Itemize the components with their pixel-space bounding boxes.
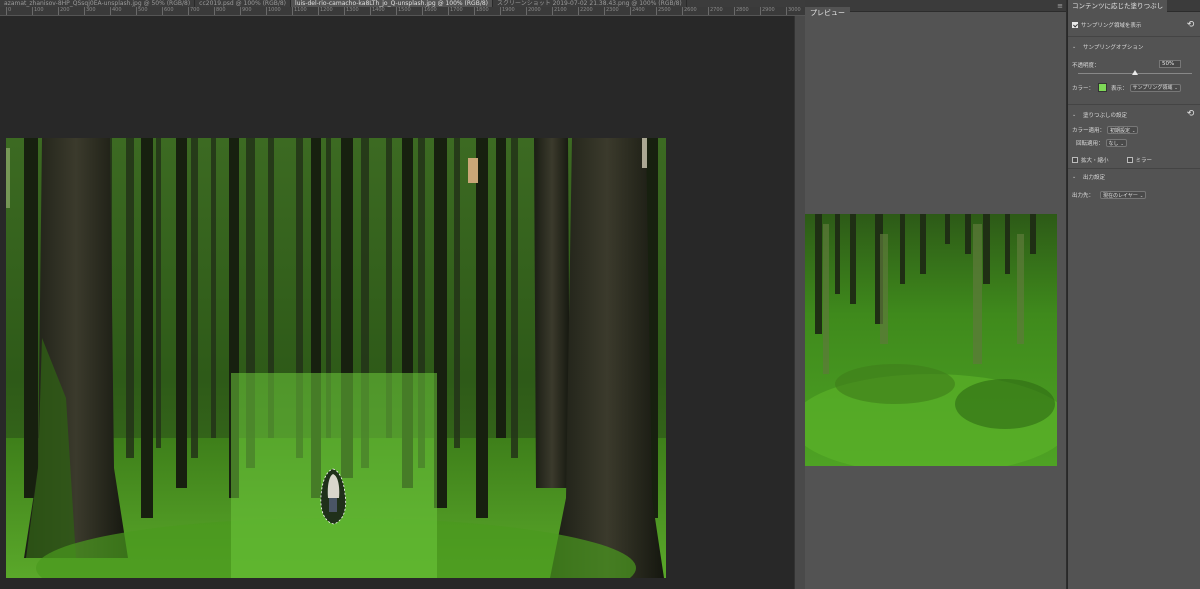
- color-adaptation-row: カラー適用： 初期設定 ⌄: [1072, 126, 1139, 134]
- output-to-label: 出力先：: [1072, 193, 1095, 199]
- rotation-label: 回転適用：: [1076, 141, 1104, 147]
- preview-image: [805, 214, 1057, 466]
- scale-label: 拡大・縮小: [1081, 158, 1109, 164]
- chevron-down-icon[interactable]: ⌄: [1072, 112, 1078, 118]
- ruler-tick-label: 800: [214, 7, 226, 15]
- preview-forest-photo: [805, 214, 1057, 466]
- ruler-tick-label: 2100: [552, 7, 567, 15]
- document-tab[interactable]: スクリーンショット 2019-07-02 21.38.43.png @ 100%…: [493, 0, 687, 7]
- output-settings-title: 出力設定: [1083, 175, 1106, 181]
- ruler-tick-label: 3000: [786, 7, 801, 15]
- mirror-label: ミラー: [1135, 158, 1153, 164]
- mirror-checkbox[interactable]: [1126, 157, 1133, 163]
- ruler-tick-label: 300: [84, 7, 96, 15]
- opacity-row: 不透明度：: [1072, 61, 1100, 69]
- scale-checkbox[interactable]: [1072, 157, 1078, 163]
- ruler-tick-label: 2900: [760, 7, 775, 15]
- show-sampling-checkbox[interactable]: [1072, 22, 1078, 28]
- show-sampling-row[interactable]: サンプリング領域を表示: [1072, 21, 1141, 29]
- horizontal-ruler: 0 100 200 300 400 500 600 700 800 900 1000 1100 1200…: [0, 7, 805, 16]
- divider: [1068, 168, 1200, 169]
- ruler-tick-label: 600: [162, 7, 174, 15]
- output-to-row: 出力先： 現在のレイヤー ⌄: [1072, 191, 1147, 199]
- sampling-options-title: サンプリングオプション: [1083, 45, 1144, 51]
- fill-selection-person[interactable]: [318, 468, 348, 526]
- ruler-tick-label: 2500: [656, 7, 671, 15]
- output-to-value: 現在のレイヤー: [1103, 192, 1138, 199]
- rotation-dropdown[interactable]: なし ⌄: [1105, 139, 1127, 147]
- color-adaptation-value: 初期設定: [1110, 127, 1131, 134]
- panel-menu-icon[interactable]: ≡: [1057, 1, 1063, 11]
- ruler-tick-label: 500: [136, 7, 148, 15]
- preview-panel: プレビュー ≡: [805, 0, 1067, 589]
- document-image[interactable]: [6, 138, 666, 578]
- ruler-tick-label: 100: [32, 7, 44, 15]
- document-tab[interactable]: azamat_zhanisov-8HP_QSsqj0EA-unsplash.jp…: [0, 0, 196, 7]
- fill-settings-title: 塗りつぶしの設定: [1083, 113, 1128, 119]
- chevron-down-icon: ⌄: [1120, 140, 1124, 146]
- rotation-value: なし: [1108, 140, 1119, 147]
- ruler-tick-label: 1300: [344, 7, 359, 15]
- reset-icon[interactable]: ⟲: [1186, 21, 1195, 30]
- reset-icon[interactable]: ⟲: [1186, 110, 1195, 119]
- show-sampling-label: サンプリング領域を表示: [1081, 23, 1142, 29]
- ruler-tick-label: 2600: [682, 7, 697, 15]
- fill-settings-header[interactable]: ⌄ 塗りつぶしの設定: [1072, 111, 1127, 119]
- chevron-down-icon[interactable]: ⌄: [1072, 174, 1078, 180]
- ruler-tick-label: 700: [188, 7, 200, 15]
- ruler-tick-label: 1200: [318, 7, 333, 15]
- color-swatch[interactable]: [1098, 83, 1108, 92]
- ruler-tick-label: 900: [240, 7, 252, 15]
- ruler-tick-label: 1900: [500, 7, 515, 15]
- scale-mirror-row: 拡大・縮小 ミラー: [1072, 156, 1152, 164]
- ruler-tick-label: 2800: [734, 7, 749, 15]
- options-tab-bar: コンテンツに応じた塗りつぶし: [1068, 0, 1200, 12]
- ruler-tick-label: 0: [6, 7, 11, 15]
- ruler-tick-label: 1400: [370, 7, 385, 15]
- opacity-field[interactable]: 50%: [1159, 60, 1181, 68]
- display-dropdown[interactable]: サンプリング領域 ⌄: [1129, 83, 1181, 92]
- ruler-tick-label: 1000: [266, 7, 281, 15]
- tab-preview[interactable]: プレビュー: [805, 7, 850, 19]
- content-aware-fill-panel: コンテンツに応じた塗りつぶし サンプリング領域を表示 ⟲ ⌄ サンプリングオプシ…: [1068, 0, 1200, 589]
- ruler-tick-label: 200: [58, 7, 70, 15]
- ruler-tick-label: 2000: [526, 7, 541, 15]
- ruler-tick-label: 2300: [604, 7, 619, 15]
- rotation-row: 回転適用： なし ⌄: [1076, 139, 1127, 147]
- chevron-down-icon: ⌄: [1132, 127, 1136, 133]
- ruler-tick-label: 1600: [422, 7, 437, 15]
- divider: [1068, 36, 1200, 37]
- ruler-tick-label: 1100: [292, 7, 307, 15]
- vertical-scrollbar[interactable]: [794, 16, 805, 589]
- document-tab-bar: azamat_zhanisov-8HP_QSsqj0EA-unsplash.jp…: [0, 0, 805, 7]
- photoshop-window: azamat_zhanisov-8HP_QSsqj0EA-unsplash.jp…: [0, 0, 1200, 589]
- color-adaptation-dropdown[interactable]: 初期設定 ⌄: [1107, 126, 1139, 134]
- tab-content-aware-fill[interactable]: コンテンツに応じた塗りつぶし: [1068, 0, 1168, 12]
- ruler-tick-label: 2200: [578, 7, 593, 15]
- chevron-down-icon[interactable]: ⌄: [1072, 44, 1078, 50]
- document-tab-active[interactable]: luis-del-rio-camacho-ka8LTh_jo_Q-unsplas…: [291, 0, 493, 7]
- ruler-tick-label: 1700: [448, 7, 463, 15]
- ruler-tick-label: 1800: [474, 7, 489, 15]
- ruler-tick-label: 2700: [708, 7, 723, 15]
- preview-tab-bar: プレビュー ≡: [805, 0, 1066, 19]
- output-to-dropdown[interactable]: 現在のレイヤー ⌄: [1100, 191, 1147, 199]
- display-label: 表示：: [1111, 85, 1128, 92]
- opacity-label: 不透明度：: [1072, 63, 1100, 69]
- opacity-slider-thumb[interactable]: [1132, 70, 1138, 75]
- divider: [1068, 104, 1200, 105]
- ruler-tick-label: 1500: [396, 7, 411, 15]
- output-settings-header[interactable]: ⌄ 出力設定: [1072, 173, 1105, 181]
- canvas-area[interactable]: [0, 16, 794, 589]
- ruler-tick-label: 400: [110, 7, 122, 15]
- chevron-down-icon: ⌄: [1139, 192, 1144, 198]
- color-adaptation-label: カラー適用：: [1072, 128, 1106, 134]
- ruler-tick-label: 2400: [630, 7, 645, 15]
- chevron-down-icon: ⌄: [1174, 85, 1178, 90]
- color-row: カラー： 表示： サンプリング領域 ⌄: [1072, 83, 1181, 92]
- display-dropdown-value: サンプリング領域: [1132, 85, 1173, 91]
- color-label: カラー：: [1072, 85, 1095, 92]
- sampling-options-header[interactable]: ⌄ サンプリングオプション: [1072, 43, 1143, 51]
- document-tab[interactable]: cc2019.psd @ 100% (RGB/8): [195, 0, 292, 7]
